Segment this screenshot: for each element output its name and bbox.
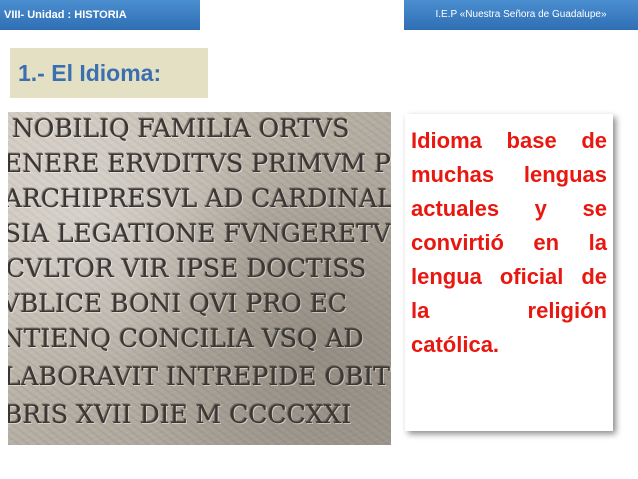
inscription-line: NTIENQ CONCILIA VSQ AD (8, 324, 364, 353)
inscription-line: CVLTOR VIR IPSE DOCTISS (8, 254, 367, 283)
inscription-line: NOBILIQ FAMILIA ORTVS (12, 114, 350, 143)
slide-header: VIII- Unidad : HISTORIA I.E.P «Nuestra S… (0, 0, 638, 30)
school-label: I.E.P «Nuestra Señora de Guadalupe» (404, 0, 638, 30)
inscription-line: BRIS XVII DIE M CCCCXXI (8, 400, 352, 429)
latin-inscription-image: NOBILIQ FAMILIA ORTVS ENERE ERVDITVS PRI… (8, 112, 391, 445)
inscription-line: ENERE ERVDITVS PRIMVM PRO (8, 149, 391, 178)
inscription-line: LABORAVIT INTREPIDE OBIT (8, 362, 391, 391)
inscription-line: SIA LEGATIONE FVNGERETVR I (8, 219, 391, 248)
section-title: 1.- El Idioma: (10, 48, 208, 98)
inscription-line: ARCHIPRESVL AD CARDINALATV (8, 184, 391, 213)
unit-label: VIII- Unidad : HISTORIA (0, 0, 200, 30)
inscription-line: VBLICE BONI QVI PRO EC (8, 289, 348, 318)
description-box: Idioma base de muchas lenguas actuales y… (405, 114, 613, 431)
